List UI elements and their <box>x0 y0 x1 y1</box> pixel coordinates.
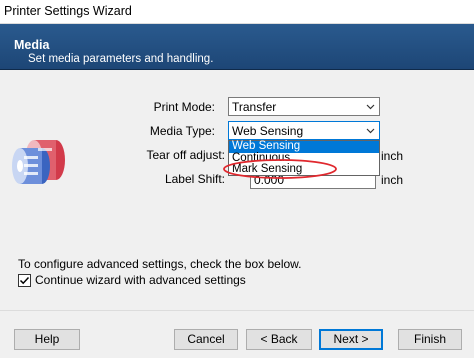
print-mode-value: Transfer <box>232 100 277 114</box>
tear-off-adjust-label: Tear off adjust: <box>146 148 226 162</box>
chevron-down-icon[interactable] <box>363 123 378 138</box>
label-roll-icon <box>12 140 65 184</box>
chevron-down-icon[interactable] <box>363 99 378 114</box>
label-shift-unit: inch <box>381 173 404 187</box>
finish-button[interactable]: Finish <box>398 329 462 350</box>
print-mode-combobox[interactable]: Transfer <box>228 97 380 116</box>
label-shift-label: Label Shift: <box>164 172 225 186</box>
media-type-combobox[interactable]: Web Sensing <box>228 121 380 140</box>
print-mode-label: Print Mode: <box>153 100 215 114</box>
advanced-settings-checkbox[interactable] <box>18 274 31 287</box>
tear-off-unit: inch <box>381 149 404 163</box>
help-button[interactable]: Help <box>14 329 80 350</box>
title-bar[interactable]: Printer Settings Wizard <box>0 0 474 24</box>
media-type-value: Web Sensing <box>232 124 304 138</box>
wizard-header: Media Set media parameters and handling. <box>0 24 474 70</box>
window-title: Printer Settings Wizard <box>4 4 132 18</box>
advanced-settings-hint: To configure advanced settings, check th… <box>18 257 302 271</box>
advanced-settings-checkbox-label[interactable]: Continue wizard with advanced settings <box>35 273 246 287</box>
cancel-button[interactable]: Cancel <box>174 329 238 350</box>
media-rolls-illustration <box>12 130 70 190</box>
header-title: Media <box>14 38 50 52</box>
back-button[interactable]: < Back <box>246 329 312 350</box>
media-type-label: Media Type: <box>149 124 215 138</box>
red-annotation-ellipse <box>223 159 337 179</box>
printer-settings-wizard-window: Printer Settings Wizard Media Set media … <box>0 0 474 358</box>
dropdown-option-web-sensing[interactable]: Web Sensing <box>229 140 379 153</box>
next-button[interactable]: Next > <box>319 329 383 350</box>
checkmark-icon <box>19 276 30 285</box>
header-subtitle: Set media parameters and handling. <box>28 53 214 65</box>
